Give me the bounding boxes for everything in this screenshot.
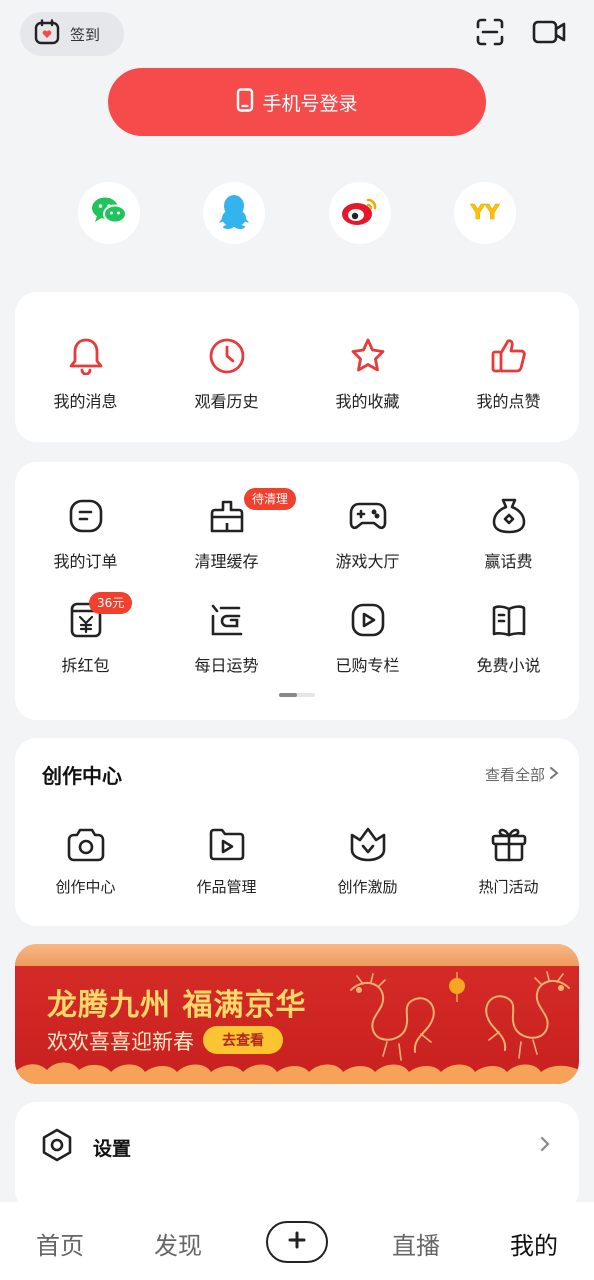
win-credit-label: 赢话费 [484, 552, 533, 571]
tab-discover[interactable]: 发现 [154, 1226, 202, 1261]
creator-center-item-label: 创作中心 [55, 878, 116, 896]
my-orders-label: 我的订单 [53, 552, 118, 571]
game-hall-label: 游戏大厅 [335, 552, 400, 571]
bell-icon [66, 336, 106, 376]
quick-actions-card: 我的消息 观看历史 我的收藏 我的点赞 [15, 292, 579, 442]
gamepad-icon [348, 496, 388, 536]
qq-login-button[interactable] [203, 182, 265, 244]
thumb-up-icon [489, 336, 529, 376]
works-management-button[interactable]: 作品管理 [156, 824, 297, 897]
my-likes-button[interactable]: 我的点赞 [438, 336, 579, 412]
tab-home[interactable]: 首页 [36, 1226, 84, 1261]
page-indicator-active [279, 693, 297, 697]
settings-hexagon-icon [39, 1127, 75, 1167]
works-management-label: 作品管理 [196, 878, 257, 896]
purchased-columns-label: 已购专栏 [335, 656, 400, 675]
yy-login-button[interactable]: YY [454, 182, 516, 244]
red-packet-badge: 36元 [89, 592, 133, 614]
free-novels-button[interactable]: 免费小说 [438, 600, 579, 676]
settings-card: 设置 [15, 1102, 579, 1212]
creator-center-button[interactable]: 创作中心 [15, 824, 156, 897]
tab-mine[interactable]: 我的 [510, 1226, 558, 1261]
banner-clouds [15, 1054, 579, 1084]
tab-live[interactable]: 直播 [392, 1226, 440, 1261]
chevron-right-icon [549, 766, 559, 784]
calendar-heart-icon [34, 19, 60, 49]
book-icon [489, 600, 529, 640]
daily-fortune-button[interactable]: 每日运势 [156, 600, 297, 676]
creator-center-title: 创作中心 [42, 764, 122, 788]
services-card: 我的订单 清理缓存 待清理 游戏大厅 赢话费 拆红包 36元 每日运势 已购专栏… [15, 462, 579, 720]
signin-button[interactable]: 签到 [20, 12, 124, 56]
create-post-button[interactable] [266, 1221, 328, 1263]
top-bar: 签到 [0, 0, 594, 66]
creation-incentive-label: 创作激励 [337, 878, 398, 896]
video-camera-icon[interactable] [532, 16, 566, 48]
broom-icon [207, 496, 247, 536]
order-icon [66, 496, 106, 536]
my-messages-button[interactable]: 我的消息 [15, 336, 156, 412]
banner-title: 龙腾九州 福满京华 [47, 988, 307, 1023]
daily-fortune-label: 每日运势 [194, 656, 259, 675]
svg-text:YY: YY [470, 200, 500, 223]
banner-view-button[interactable]: 去查看 [203, 1026, 283, 1054]
see-all-link[interactable]: 查看全部 [485, 764, 559, 785]
play-square-icon [348, 600, 388, 640]
settings-row[interactable]: 设置 [15, 1102, 579, 1188]
signin-label: 签到 [70, 25, 101, 44]
creator-center-card: 创作中心 查看全部 创作中心 作品管理 创作激励 热门活动 [15, 738, 579, 926]
fortune-icon [207, 600, 247, 640]
clear-cache-badge: 待清理 [244, 488, 297, 510]
weibo-login-button[interactable] [329, 182, 391, 244]
bottom-tab-bar: 首页 发现 直播 我的 [0, 1202, 594, 1280]
creation-incentive-button[interactable]: 创作激励 [297, 824, 438, 897]
weibo-icon [341, 195, 379, 231]
clear-cache-button[interactable]: 清理缓存 待清理 [156, 488, 297, 572]
my-favorites-label: 我的收藏 [335, 392, 400, 411]
gift-icon [489, 824, 529, 864]
red-packet-button[interactable]: 拆红包 36元 [15, 592, 156, 676]
wechat-login-button[interactable] [78, 182, 140, 244]
banner-top-strip [15, 944, 579, 966]
free-novels-label: 免费小说 [476, 656, 541, 675]
my-messages-label: 我的消息 [53, 392, 118, 411]
hot-events-label: 热门活动 [478, 878, 539, 896]
social-login-row: YY [0, 182, 594, 246]
my-orders-button[interactable]: 我的订单 [15, 496, 156, 572]
star-icon [348, 336, 388, 376]
settings-label: 设置 [93, 1138, 132, 1160]
plus-icon [288, 1231, 306, 1253]
phone-login-label: 手机号登录 [262, 92, 358, 115]
qq-icon [218, 193, 250, 233]
lantern-icon [448, 972, 466, 1006]
watch-history-label: 观看历史 [194, 392, 259, 411]
game-hall-button[interactable]: 游戏大厅 [297, 496, 438, 572]
money-bag-icon [489, 496, 529, 536]
scan-icon[interactable] [474, 16, 506, 48]
my-likes-label: 我的点赞 [476, 392, 541, 411]
chevron-right-icon [539, 1135, 551, 1157]
phone-login-button[interactable]: 手机号登录 [108, 68, 486, 136]
hot-events-button[interactable]: 热门活动 [438, 824, 579, 897]
red-packet-label: 拆红包 [61, 656, 110, 675]
yy-icon: YY [465, 199, 505, 227]
banner-subtitle: 欢欢喜喜迎新春 [47, 1030, 194, 1054]
wechat-icon [90, 195, 128, 231]
video-folder-icon [207, 824, 247, 864]
phone-icon [236, 87, 254, 117]
clear-cache-label: 清理缓存 [194, 552, 259, 571]
camera-icon [66, 824, 106, 864]
see-all-label: 查看全部 [484, 766, 545, 784]
watch-history-button[interactable]: 观看历史 [156, 336, 297, 412]
win-credit-button[interactable]: 赢话费 [438, 496, 579, 572]
my-favorites-button[interactable]: 我的收藏 [297, 336, 438, 412]
new-year-banner[interactable]: 龙腾九州 福满京华 欢欢喜喜迎新春 去查看 [15, 944, 579, 1084]
clock-icon [207, 336, 247, 376]
page-indicator [279, 693, 315, 697]
purchased-columns-button[interactable]: 已购专栏 [297, 600, 438, 676]
crown-icon [348, 824, 388, 864]
